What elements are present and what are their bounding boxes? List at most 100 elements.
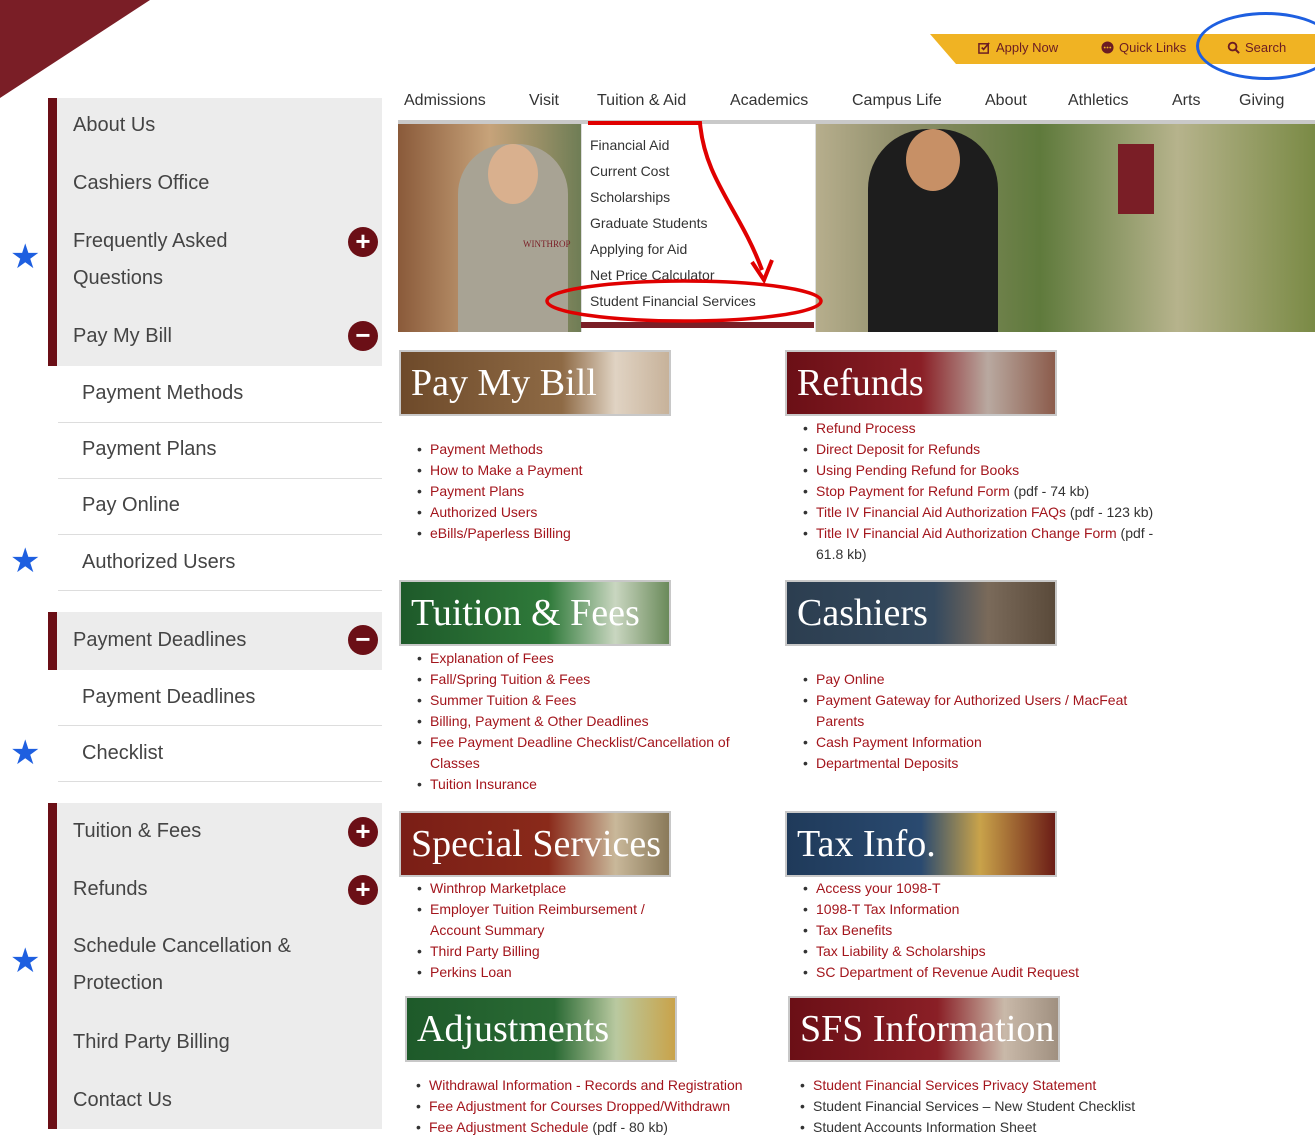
list-item[interactable]: Student Accounts Information Sheet: [799, 1117, 1179, 1138]
list-item[interactable]: How to Make a Payment: [416, 460, 583, 481]
list-item[interactable]: Payment Plans: [416, 481, 583, 502]
sfs-information-banner[interactable]: SFS Information: [788, 996, 1060, 1062]
cashiers-list: Pay Online Payment Gateway for Authorize…: [802, 669, 1162, 774]
nav-athletics[interactable]: Athletics: [1068, 92, 1128, 110]
list-item[interactable]: Title IV Financial Aid Authorization Cha…: [802, 523, 1172, 565]
nav-tuition-aid[interactable]: Tuition & Aid: [597, 92, 686, 110]
list-item[interactable]: Refund Process: [802, 418, 1172, 439]
sidebar-subitem-payment-deadlines[interactable]: Payment Deadlines: [58, 670, 382, 726]
list-item[interactable]: Fee Payment Deadline Checklist/Cancellat…: [416, 732, 766, 774]
list-item[interactable]: Pay Online: [802, 669, 1162, 690]
tax-info-list: Access your 1098-T 1098-T Tax Informatio…: [802, 878, 1122, 983]
banner-title: SFS Information: [800, 1008, 1055, 1050]
banner-title: Refunds: [797, 362, 924, 404]
annotation-circle: [1196, 12, 1315, 80]
quick-links-link[interactable]: Quick Links: [1101, 40, 1186, 55]
list-item[interactable]: Direct Deposit for Refunds: [802, 439, 1172, 460]
list-item[interactable]: Stop Payment for Refund Form (pdf - 74 k…: [802, 481, 1172, 502]
sidebar-item-contact-us[interactable]: Contact Us: [48, 1071, 382, 1129]
list-item[interactable]: Tax Benefits: [802, 920, 1122, 941]
dropdown-student-financial-services[interactable]: Student Financial Services: [590, 293, 756, 309]
refunds-list: Refund Process Direct Deposit for Refund…: [802, 418, 1172, 565]
list-item[interactable]: Withdrawal Information - Records and Reg…: [415, 1075, 785, 1096]
list-item[interactable]: Student Financial Services – New Student…: [799, 1096, 1179, 1117]
collapse-minus-icon[interactable]: −: [348, 625, 378, 655]
list-item[interactable]: Departmental Deposits: [802, 753, 1162, 774]
dropdown-current-cost[interactable]: Current Cost: [590, 163, 669, 179]
sidebar-label: Payment Methods: [82, 382, 244, 404]
adjustments-banner[interactable]: Adjustments: [405, 996, 677, 1062]
banner-title: Adjustments: [417, 1008, 610, 1050]
expand-plus-icon[interactable]: +: [348, 227, 378, 257]
expand-plus-icon[interactable]: +: [348, 817, 378, 847]
list-item[interactable]: Title IV Financial Aid Authorization FAQ…: [802, 502, 1172, 523]
sidebar-item-schedule-cancellation[interactable]: Schedule Cancellation & Protection: [48, 917, 382, 1013]
nav-campus-life[interactable]: Campus Life: [852, 92, 942, 110]
list-item[interactable]: Payment Methods: [416, 439, 583, 460]
list-item[interactable]: Tuition Insurance: [416, 774, 766, 795]
banner-title: Special Services: [411, 823, 662, 865]
sidebar-item-cashiers-office[interactable]: Cashiers Office: [48, 154, 382, 212]
sidebar-subitem-authorized-users[interactable]: Authorized Users: [58, 535, 382, 591]
pay-my-bill-banner[interactable]: Pay My Bill: [399, 350, 671, 416]
list-item[interactable]: SC Department of Revenue Audit Request: [802, 962, 1122, 983]
list-item[interactable]: Employer Tuition Reimbursement / Account…: [416, 899, 686, 941]
nav-about[interactable]: About: [985, 92, 1027, 110]
refunds-banner[interactable]: Refunds: [785, 350, 1057, 416]
expand-plus-icon[interactable]: +: [348, 875, 378, 905]
sidebar-item-pay-my-bill[interactable]: Pay My Bill −: [48, 308, 382, 366]
list-item[interactable]: Authorized Users: [416, 502, 583, 523]
list-item[interactable]: Fall/Spring Tuition & Fees: [416, 669, 766, 690]
list-item[interactable]: Fee Adjustment Schedule (pdf - 80 kb): [415, 1117, 785, 1138]
sfs-information-list: Student Financial Services Privacy State…: [799, 1075, 1179, 1138]
dropdown-scholarships[interactable]: Scholarships: [590, 189, 670, 205]
list-item[interactable]: Perkins Loan: [416, 962, 686, 983]
apply-now-label: Apply Now: [996, 40, 1059, 55]
sidebar-item-refunds[interactable]: Refunds +: [48, 861, 382, 917]
list-item[interactable]: Access your 1098-T: [802, 878, 1122, 899]
nav-giving[interactable]: Giving: [1239, 92, 1284, 110]
list-item[interactable]: 1098-T Tax Information: [802, 899, 1122, 920]
sidebar-label: Refunds: [73, 878, 148, 900]
sidebar-subitem-checklist[interactable]: Checklist: [58, 726, 382, 782]
list-item[interactable]: Billing, Payment & Other Deadlines: [416, 711, 766, 732]
list-item[interactable]: eBills/Paperless Billing: [416, 523, 583, 544]
list-item[interactable]: Student Financial Services Privacy State…: [799, 1075, 1179, 1096]
list-item[interactable]: Using Pending Refund for Books: [802, 460, 1172, 481]
collapse-minus-icon[interactable]: −: [348, 321, 378, 351]
sidebar-label: Pay Online: [82, 494, 180, 516]
nav-arts[interactable]: Arts: [1172, 92, 1200, 110]
tuition-fees-banner[interactable]: Tuition & Fees: [399, 580, 671, 646]
sidebar-label: Pay My Bill: [73, 325, 172, 347]
sidebar-subitem-pay-online[interactable]: Pay Online: [58, 479, 382, 535]
sidebar-item-about-us[interactable]: About Us: [48, 98, 382, 154]
sidebar-item-tuition-fees[interactable]: Tuition & Fees +: [48, 803, 382, 861]
list-item[interactable]: Explanation of Fees: [416, 648, 766, 669]
special-services-banner[interactable]: Special Services: [399, 811, 671, 877]
list-item[interactable]: Summer Tuition & Fees: [416, 690, 766, 711]
sidebar-label: About Us: [73, 114, 156, 136]
nav-admissions[interactable]: Admissions: [404, 92, 486, 110]
nav-visit[interactable]: Visit: [529, 92, 559, 110]
dropdown-applying-for-aid[interactable]: Applying for Aid: [590, 241, 687, 257]
list-item[interactable]: Winthrop Marketplace: [416, 878, 686, 899]
sidebar-subitem-payment-plans[interactable]: Payment Plans: [58, 423, 382, 479]
tax-info-banner[interactable]: Tax Info.: [785, 811, 1057, 877]
annotation-star-icon: ★: [10, 238, 41, 276]
sidebar-subitem-payment-methods[interactable]: Payment Methods: [58, 366, 382, 423]
dropdown-net-price-calculator[interactable]: Net Price Calculator: [590, 267, 715, 283]
list-item[interactable]: Cash Payment Information: [802, 732, 1162, 753]
apply-now-link[interactable]: Apply Now: [978, 40, 1058, 55]
sidebar-item-payment-deadlines[interactable]: Payment Deadlines −: [48, 612, 382, 670]
dropdown-graduate-students[interactable]: Graduate Students: [590, 215, 708, 231]
list-item[interactable]: Tax Liability & Scholarships: [802, 941, 1122, 962]
list-item[interactable]: Fee Adjustment for Courses Dropped/Withd…: [415, 1096, 785, 1117]
sidebar-item-faq[interactable]: Frequently Asked Questions +: [48, 212, 382, 308]
cashiers-banner[interactable]: Cashiers: [785, 580, 1057, 646]
sidebar-item-third-party-billing[interactable]: Third Party Billing: [48, 1013, 382, 1071]
list-item[interactable]: Third Party Billing: [416, 941, 686, 962]
list-item[interactable]: Payment Gateway for Authorized Users / M…: [802, 690, 1162, 732]
dropdown-financial-aid[interactable]: Financial Aid: [590, 137, 669, 153]
nav-academics[interactable]: Academics: [730, 92, 808, 110]
student-photo-right: [868, 129, 998, 332]
